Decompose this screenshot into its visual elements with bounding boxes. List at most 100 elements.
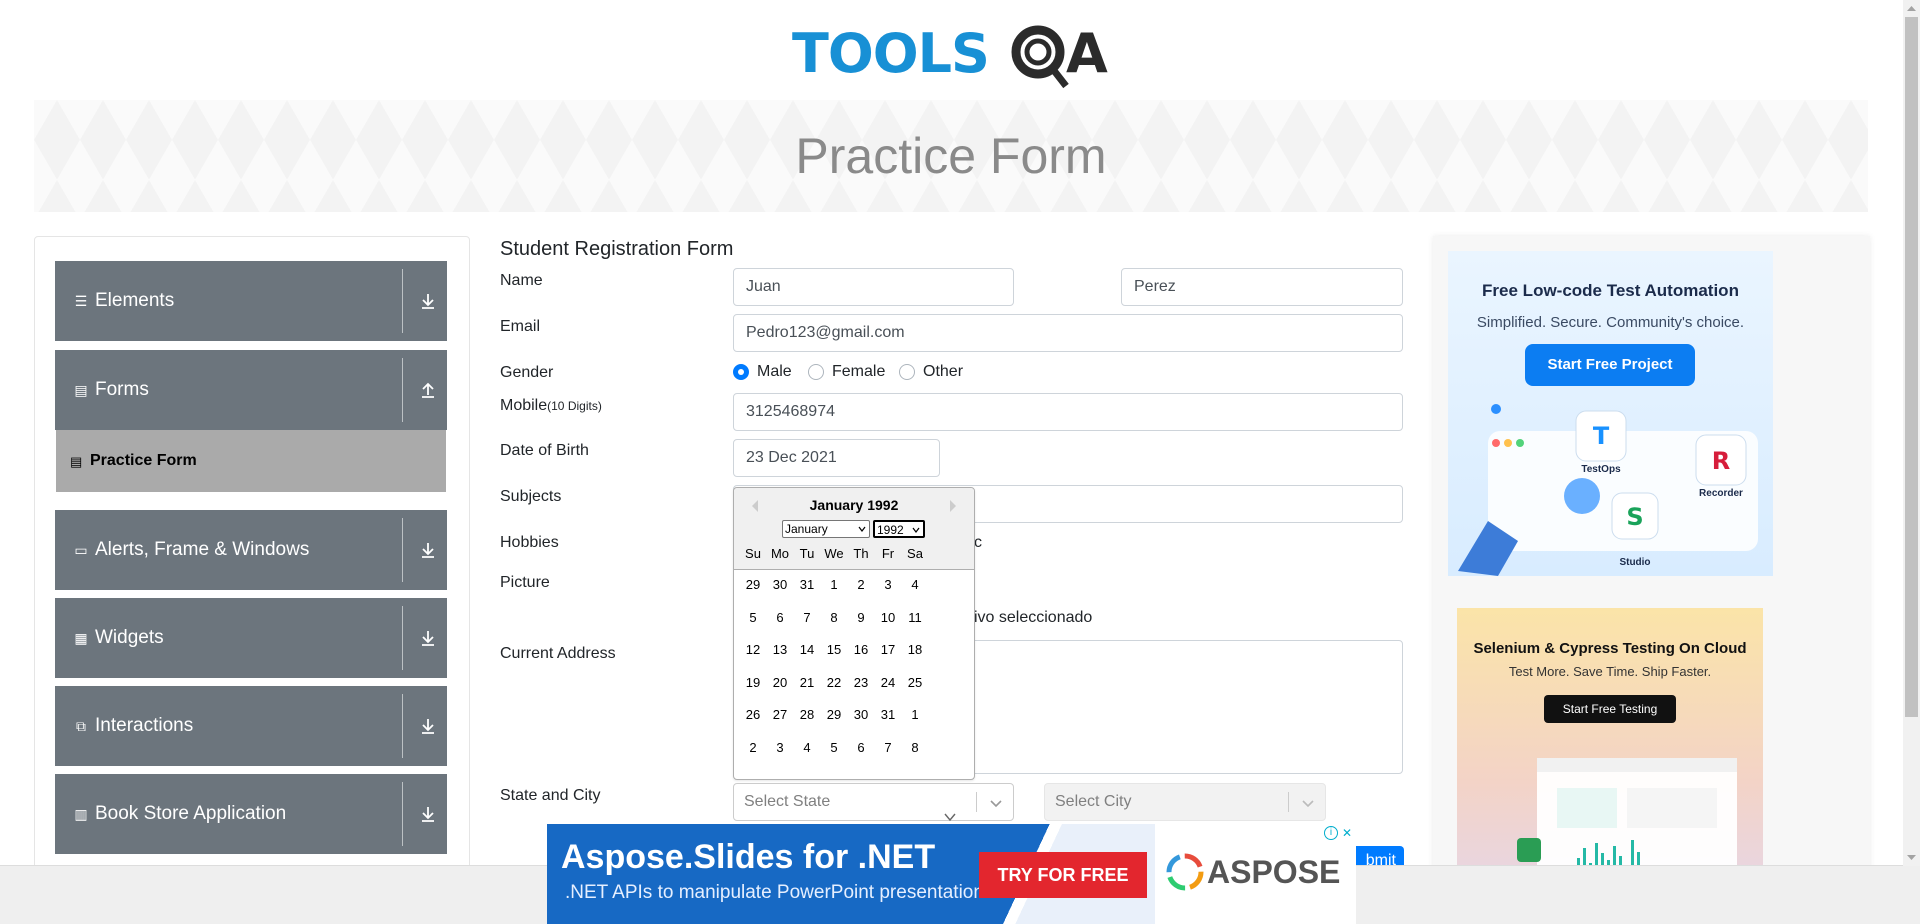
- day-name: We: [824, 546, 844, 561]
- calendar-day[interactable]: 8: [900, 740, 930, 755]
- scroll-up-icon[interactable]: [1903, 0, 1920, 17]
- calendar-day[interactable]: 31: [792, 577, 822, 592]
- day-name: Tu: [799, 546, 815, 561]
- ad-info-icon[interactable]: i: [1324, 826, 1338, 840]
- logo-text-tools: TOOLS: [792, 22, 989, 85]
- calendar-day[interactable]: 8: [819, 610, 849, 625]
- start-free-testing-button[interactable]: Start Free Testing: [1544, 695, 1676, 723]
- calendar-day[interactable]: 26: [738, 707, 768, 722]
- datepicker-popup: January 1992 January 1992 Su Mo Tu We Th Fr Sa…: [733, 487, 975, 780]
- calendar-day[interactable]: 27: [765, 707, 795, 722]
- calendar-day[interactable]: 13: [765, 642, 795, 657]
- calendar-day[interactable]: 5: [819, 740, 849, 755]
- radio-label: Male: [757, 363, 792, 380]
- start-free-project-button[interactable]: Start Free Project: [1525, 344, 1695, 386]
- state-select[interactable]: Select State: [733, 783, 1014, 821]
- sidebar-item-practice-form[interactable]: ▤ Practice Form: [56, 430, 446, 492]
- calendar-day[interactable]: 18: [900, 642, 930, 657]
- calendar-day[interactable]: 4: [900, 577, 930, 592]
- calendar-day[interactable]: 7: [792, 610, 822, 625]
- gear-icon: [1011, 25, 1069, 89]
- email-input[interactable]: Pedro123@gmail.com: [733, 314, 1403, 352]
- page-banner: Practice Form: [34, 100, 1868, 212]
- calendar-day[interactable]: 3: [765, 740, 795, 755]
- gender-radio-other[interactable]: Other: [899, 363, 963, 381]
- aspose-brand: ASPOSE: [1155, 824, 1356, 924]
- gender-radio-male[interactable]: Male: [733, 363, 792, 381]
- form-title: Student Registration Form: [500, 238, 734, 260]
- ad-title: Free Low-code Test Automation: [1482, 281, 1739, 300]
- ad-title: Selenium & Cypress Testing On Cloud: [1473, 640, 1747, 657]
- calendar-day[interactable]: 1: [900, 707, 930, 722]
- last-name-input[interactable]: Perez: [1121, 268, 1403, 306]
- calendar-day[interactable]: 11: [900, 610, 930, 625]
- radio-unchecked-icon: [899, 364, 915, 380]
- calendar-day[interactable]: 6: [765, 610, 795, 625]
- calendar-day[interactable]: 21: [792, 675, 822, 690]
- calendar-day[interactable]: 2: [738, 740, 768, 755]
- hobby-checkbox-label[interactable]: c: [974, 534, 982, 552]
- ad-product-label: Recorder: [1699, 488, 1743, 499]
- calendar-day[interactable]: 7: [873, 740, 903, 755]
- gender-radio-female[interactable]: Female: [808, 363, 885, 381]
- calendar-day[interactable]: 17: [873, 642, 903, 657]
- city-select[interactable]: Select City: [1044, 783, 1326, 821]
- brand-name: ASPOSE: [1207, 854, 1341, 890]
- calendar-day[interactable]: 28: [792, 707, 822, 722]
- library-icon: ▥: [74, 806, 88, 822]
- calendar-day[interactable]: 29: [819, 707, 849, 722]
- logo-text-a: A: [1066, 22, 1108, 85]
- download-arrow-icon: [422, 543, 434, 558]
- calendar-day[interactable]: 22: [819, 675, 849, 690]
- calendar-day[interactable]: 15: [819, 642, 849, 657]
- sidebar-group-elements[interactable]: ☰ Elements: [55, 261, 447, 341]
- ad-product-label: Studio: [1619, 557, 1651, 568]
- calendar-day[interactable]: 20: [765, 675, 795, 690]
- dob-input[interactable]: 23 Dec 2021: [733, 439, 940, 477]
- sidebar-group-widgets[interactable]: ▦ Widgets: [55, 598, 447, 678]
- calendar-day[interactable]: 25: [900, 675, 930, 690]
- year-select[interactable]: 1992: [873, 520, 925, 538]
- subjects-label: Subjects: [500, 488, 562, 505]
- calendar-day[interactable]: 24: [873, 675, 903, 690]
- file-status-text: ivo seleccionado: [974, 609, 1093, 626]
- calendar-day[interactable]: 3: [873, 577, 903, 592]
- chevron-down-icon: [1302, 800, 1314, 808]
- upload-arrow-icon: [422, 382, 434, 398]
- calendar-day[interactable]: 1: [819, 577, 849, 592]
- first-name-input[interactable]: Juan: [733, 268, 1014, 306]
- calendar-day[interactable]: 12: [738, 642, 768, 657]
- ad-close-icon[interactable]: ✕: [1340, 826, 1354, 840]
- gender-label: Gender: [500, 364, 554, 381]
- divider: [976, 792, 977, 812]
- aspose-ad-banner[interactable]: Aspose.Slides for .NET .NET APIs to mani…: [547, 824, 1356, 924]
- calendar-day[interactable]: 31: [873, 707, 903, 722]
- calendar-day[interactable]: 30: [846, 707, 876, 722]
- sidebar-group-alerts[interactable]: ▭ Alerts, Frame & Windows: [55, 510, 447, 590]
- chevron-down-icon: [912, 527, 920, 533]
- calendar-day[interactable]: 9: [846, 610, 876, 625]
- toolsqa-logo[interactable]: TOOLS A: [790, 14, 1120, 92]
- calendar-day[interactable]: 5: [738, 610, 768, 625]
- scroll-down-icon[interactable]: [1903, 849, 1920, 866]
- katalon-ad[interactable]: Free Low-code Test Automation Simplified…: [1448, 251, 1773, 576]
- scrollbar-thumb[interactable]: [1905, 17, 1918, 717]
- month-select[interactable]: January: [782, 520, 870, 538]
- calendar-day[interactable]: 19: [738, 675, 768, 690]
- calendar-day[interactable]: 30: [765, 577, 795, 592]
- try-for-free-button[interactable]: TRY FOR FREE: [979, 852, 1147, 898]
- calendar-day[interactable]: 6: [846, 740, 876, 755]
- calendar-day[interactable]: 2: [846, 577, 876, 592]
- calendar-day[interactable]: 29: [738, 577, 768, 592]
- sidebar-group-forms[interactable]: ▤ Forms: [55, 350, 447, 430]
- calendar-day[interactable]: 16: [846, 642, 876, 657]
- sidebar-group-interactions[interactable]: ⧉ Interactions: [55, 686, 447, 766]
- calendar-day[interactable]: 23: [846, 675, 876, 690]
- sidebar-group-book-store[interactable]: ▥ Book Store Application: [55, 774, 447, 854]
- mobile-input[interactable]: 3125468974: [733, 393, 1403, 431]
- calendar-day[interactable]: 4: [792, 740, 822, 755]
- calendar-day[interactable]: 14: [792, 642, 822, 657]
- divider: [402, 782, 403, 846]
- calendar-day[interactable]: 10: [873, 610, 903, 625]
- interaction-icon: ⧉: [76, 718, 86, 734]
